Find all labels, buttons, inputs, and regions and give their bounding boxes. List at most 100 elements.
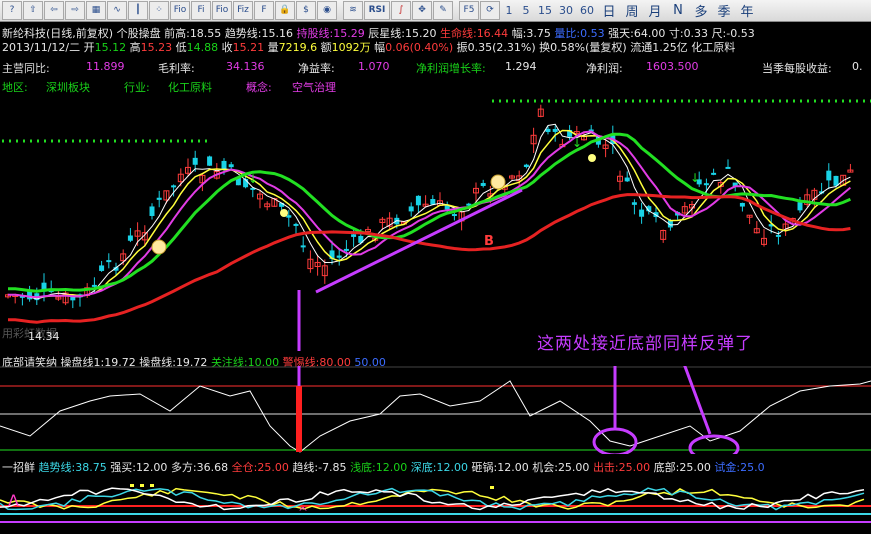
- industry-value: 化工原料: [168, 81, 212, 94]
- net-profit-growth-label: 净利润增长率:: [416, 62, 486, 75]
- signal-dot: [140, 484, 144, 487]
- candle-body: [639, 209, 645, 217]
- candle-body: [149, 206, 155, 216]
- yoy-value: 11.899: [86, 60, 125, 73]
- dollar-icon[interactable]: $: [296, 1, 316, 20]
- candle-body: [552, 128, 558, 132]
- concept-label: 概念:: [246, 81, 272, 94]
- candle-body: [293, 223, 299, 226]
- oscillator-line: [0, 380, 871, 453]
- candle-body: [70, 296, 76, 301]
- period-year[interactable]: 年: [736, 1, 758, 20]
- wave-icon[interactable]: ≋: [343, 1, 363, 20]
- refresh-icon[interactable]: ⟳: [480, 1, 500, 20]
- candle-body: [415, 195, 421, 206]
- ma-red-line: [7, 193, 851, 324]
- period-1min[interactable]: 1: [501, 1, 517, 20]
- candle-body: [343, 248, 349, 251]
- down-arrow-icon: ↓: [572, 136, 582, 150]
- candle-body: [631, 202, 637, 205]
- line-chart-icon[interactable]: ∿: [107, 1, 127, 20]
- arrow-left-icon[interactable]: ⇦: [44, 1, 64, 20]
- smiley-icon: [151, 239, 167, 255]
- gross-margin-value: 34.136: [226, 60, 265, 73]
- panel3-name: 一招鲜: [2, 461, 35, 474]
- signal-dot: [490, 486, 494, 489]
- smiley-icon: [490, 174, 506, 190]
- f5-button[interactable]: F5: [459, 1, 479, 20]
- move-icon[interactable]: ✥: [412, 1, 432, 20]
- pen-icon[interactable]: ✎: [433, 1, 453, 20]
- period-day[interactable]: 日: [598, 1, 620, 20]
- fi-icon[interactable]: Fi: [191, 1, 211, 20]
- candle-body: [797, 202, 803, 211]
- low-price-label: 14.34: [28, 330, 60, 343]
- gross-margin-label: 毛利率:: [158, 62, 195, 75]
- arrow-right-icon[interactable]: ⇨: [65, 1, 85, 20]
- candle-body: [99, 265, 105, 271]
- candle-body: [91, 284, 97, 287]
- period-60min[interactable]: 60: [577, 1, 597, 20]
- apple-icon: [588, 154, 596, 162]
- up-signal-icon: Λ: [8, 491, 19, 510]
- period-5min[interactable]: 5: [518, 1, 534, 20]
- signal-dot: [130, 484, 134, 487]
- period-week[interactable]: 周: [621, 1, 643, 20]
- candle-body: [336, 255, 342, 258]
- candle-body: [523, 164, 529, 167]
- b-signal-label: B: [484, 234, 494, 249]
- eye-icon[interactable]: ◉: [317, 1, 337, 20]
- bottom-signal-bar: [296, 386, 302, 452]
- oscillator-chart[interactable]: [0, 366, 871, 454]
- down-arrow-icon: ↓: [690, 171, 700, 185]
- period-multi[interactable]: 多: [690, 1, 712, 20]
- arrow-up-icon[interactable]: ⇧: [23, 1, 43, 20]
- candle-body: [826, 170, 832, 181]
- down-arrow-icon: ↓: [248, 172, 258, 186]
- signal-dot: [150, 484, 154, 487]
- candle-body: [408, 206, 414, 212]
- candle-body: [545, 128, 551, 132]
- candle-body: [300, 245, 306, 248]
- candle-body: [624, 177, 630, 182]
- highlight-circle-2: [688, 434, 740, 454]
- candle-body: [430, 199, 436, 205]
- help-icon[interactable]: ?: [2, 1, 22, 20]
- toolbar: ? ⇧ ⇦ ⇨ ▦ ∿ ┃ ⁘ Fio Fi Fio Fiz F 🔒 $ ◉ ≋…: [0, 0, 871, 22]
- net-profit-label: 净利润:: [586, 62, 623, 75]
- pointer-line-2: [683, 366, 712, 435]
- f-icon[interactable]: F: [254, 1, 274, 20]
- period-n[interactable]: N: [667, 1, 689, 20]
- apple-icon: [280, 209, 288, 217]
- ohlc-info-line: 2013/11/12/二 开15.12 高15.23 低14.88 收15.21…: [2, 41, 736, 54]
- candlestick-chart[interactable]: ↓ ↓ ↓: [0, 95, 871, 351]
- rsi-button[interactable]: RSI: [364, 1, 390, 20]
- candle-body: [156, 197, 162, 200]
- period-30min[interactable]: 30: [556, 1, 576, 20]
- candle-body: [171, 185, 177, 188]
- net-margin-label: 净益率:: [298, 62, 335, 75]
- candle-body: [365, 229, 371, 233]
- candle-body: [725, 166, 731, 169]
- fio2-icon[interactable]: Fio: [212, 1, 232, 20]
- dots-icon[interactable]: ⁘: [149, 1, 169, 20]
- lock-icon[interactable]: 🔒: [275, 1, 295, 20]
- period-month[interactable]: 月: [644, 1, 666, 20]
- formula-icon[interactable]: ∫: [391, 1, 411, 20]
- period-quarter[interactable]: 季: [713, 1, 735, 20]
- net-profit-value: 1603.500: [646, 60, 699, 73]
- candle-icon[interactable]: ┃: [128, 1, 148, 20]
- eps-value: 0.: [852, 60, 863, 73]
- candle-body: [351, 234, 357, 237]
- yoy-label: 主营同比:: [2, 62, 50, 75]
- panel3-header: 一招鲜 趋势线:38.75 强买:12.00 多方:36.68 全仓:25.00…: [2, 461, 765, 474]
- candle-body: [106, 260, 112, 263]
- candle-body: [192, 157, 198, 165]
- grid-icon[interactable]: ▦: [86, 1, 106, 20]
- signal-chart[interactable]: Λ^: [0, 474, 871, 534]
- fio-icon[interactable]: Fio: [170, 1, 190, 20]
- fiz-icon[interactable]: Fiz: [233, 1, 253, 20]
- period-15min[interactable]: 15: [535, 1, 555, 20]
- candle-body: [207, 156, 213, 166]
- candle-body: [775, 234, 781, 237]
